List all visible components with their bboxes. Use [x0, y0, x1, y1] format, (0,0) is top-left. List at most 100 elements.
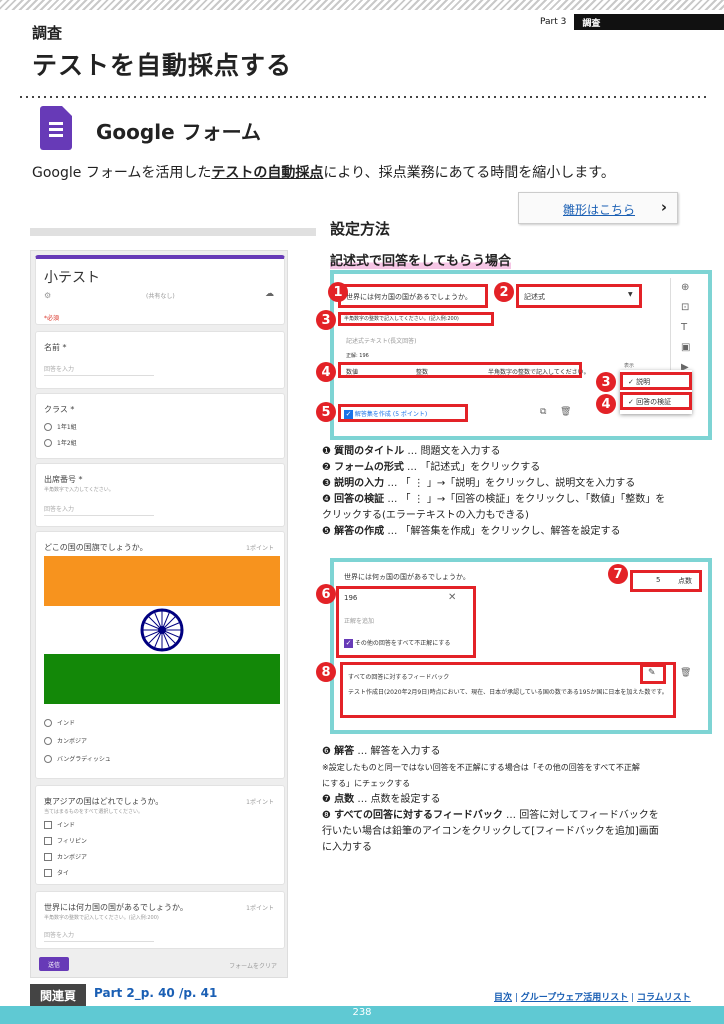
related-pages-link[interactable]: Part 2_p. 40 /p. 41 — [94, 986, 217, 1000]
name-input[interactable]: 回答を入力 — [44, 364, 154, 376]
validation-rule[interactable]: 整数 — [416, 367, 428, 376]
add-question-icon[interactable]: ⊕ — [681, 282, 689, 293]
option-label: 1年2組 — [57, 440, 77, 447]
checkbox-icon — [44, 836, 52, 845]
step-item: ❺ 解答の作成 … 「解答集を作成」をクリックし、解答を設定する — [322, 526, 621, 537]
step-badge-8: 8 — [316, 662, 336, 682]
checkbox-option[interactable]: カンボジア — [44, 852, 87, 861]
flag-question-card: どこの国の国旗でしょうか。 1ポイント インド カンボジア バングラディッシュ — [35, 531, 285, 779]
checkbox-icon — [44, 820, 52, 829]
checkbox-option[interactable]: インド — [44, 820, 75, 829]
checkbox-icon — [44, 852, 52, 861]
mark-others-checkbox[interactable]: ✓ その他の回答をすべて不正解にする — [344, 638, 450, 648]
option-label: タイ — [57, 870, 70, 877]
feedback-text: テスト作成日(2020年2月9日)時点において、現在、日本が承認している国の数で… — [348, 689, 668, 696]
groupware-list-link[interactable]: グループウェア活用リスト — [521, 993, 628, 1003]
question-points: 1ポイント — [246, 905, 274, 912]
section-heading: 設定方法 — [330, 220, 391, 238]
editor-screenshot-2: 世界には何ヵ国の国があるでしょうか。 5 点数 196 ✕ 正解を追加 ✓ その… — [316, 558, 712, 734]
east-asia-question-card: 東アジアの国はどれでしょうか。 1ポイント 当てはまるものをすべて選択してくださ… — [35, 785, 285, 885]
class-field-card: クラス * 1年1組 1年2組 — [35, 393, 285, 459]
close-icon[interactable]: ✕ — [448, 592, 456, 603]
pencil-icon[interactable]: ✎ — [648, 668, 656, 678]
intro-text: Google フォームを活用したテストの自動採点により、採点業務にあてる時間を縮… — [32, 162, 615, 182]
answer-key-label: 解答集を作成 — [354, 411, 391, 418]
option-label: バングラディッシュ — [57, 756, 111, 763]
mark-others-label: その他の回答をすべて不正解にする — [354, 640, 451, 647]
checkbox-option[interactable]: タイ — [44, 868, 69, 877]
question-label: 世界には何カ国の国があるでしょうか。 — [44, 903, 188, 912]
answer-placeholder: 記述式テキスト(長文回答) — [346, 338, 417, 345]
form-header-card: 小テスト ⚙ (共有なし) ☁ *必須 — [35, 255, 285, 325]
checkbox-icon — [44, 868, 52, 877]
question-label: 東アジアの国はどれでしょうか。 — [44, 797, 164, 806]
top-stripe — [0, 0, 724, 10]
validation-type[interactable]: 数値 — [346, 367, 358, 376]
template-link-label[interactable]: 雛形はこちら — [563, 201, 635, 218]
name-label: 名前 * — [44, 343, 67, 352]
flag-option[interactable]: カンボジア — [44, 736, 87, 745]
related-pages-tag: 関連頁 — [30, 984, 86, 1006]
question-hint: 当てはまるものをすべて選択してください。 — [44, 809, 144, 815]
question-type-select[interactable]: 記述式 — [524, 292, 545, 302]
answer-input[interactable]: 回答を入力 — [44, 930, 154, 942]
option-label: フィリピン — [57, 838, 87, 845]
radio-icon — [44, 718, 52, 727]
flag-option[interactable]: バングラディッシュ — [44, 754, 111, 763]
step-badge-2: 2 — [494, 282, 514, 302]
add-answer-link[interactable]: 正解を追加 — [344, 616, 374, 625]
category-label: 調査 — [32, 24, 63, 42]
menu-title: 表示 — [624, 363, 635, 369]
options-menu: ✓ 説明 ✓ 回答の検証 — [620, 370, 692, 414]
steps-list-2: ❻ 解答 … 解答を入力する ※設定したものと同一ではない回答を不正解にする場合… — [322, 744, 718, 856]
page-number: 238 — [352, 1007, 372, 1018]
submit-button[interactable]: 送信 — [39, 957, 69, 971]
editor-screenshot-1: 世界には何カ国の国があるでしょうか。 記述式 ▼ 半角数字の整数で記入してくださ… — [316, 270, 712, 440]
page-title: テストを自動採点する — [32, 51, 293, 80]
step-item: ❼ 点数 … 点数を設定する — [322, 794, 441, 805]
class-label: クラス * — [44, 405, 75, 414]
answer-value[interactable]: 196 — [344, 594, 357, 602]
checkbox-option[interactable]: フィリピン — [44, 836, 87, 845]
seat-number-input[interactable]: 回答を入力 — [44, 504, 154, 516]
intro-highlight: テストの自動採点 — [211, 165, 324, 181]
question-hint: 半角数字の整数で記入してください。(記入例:200) — [44, 915, 159, 921]
option-label: 1年1組 — [57, 424, 77, 431]
validation-error[interactable]: 半角数字の整数で記入してください。 — [488, 367, 590, 376]
image-icon[interactable]: ▣ — [681, 342, 690, 353]
description-text: 半角数字の整数で記入してください。(記入例:200) — [344, 316, 459, 322]
points-value[interactable]: 5 — [656, 576, 660, 584]
name-field-card: 名前 * 回答を入力 — [35, 331, 285, 389]
copy-icon[interactable]: ⧉ — [540, 407, 546, 417]
class-option[interactable]: 1年1組 — [44, 422, 77, 431]
title-icon[interactable]: T — [681, 322, 687, 333]
intro-after: により、採点業務にあてる時間を縮小します。 — [323, 165, 615, 181]
part-label: Part 3 — [532, 14, 575, 30]
toc-link[interactable]: 目次 — [494, 993, 512, 1003]
form-preview: 小テスト ⚙ (共有なし) ☁ *必須 名前 * 回答を入力 クラス * 1年1… — [30, 250, 288, 978]
checkbox-icon: ✓ — [344, 639, 353, 648]
column-list-link[interactable]: コラムリスト — [637, 993, 691, 1003]
clear-form-link[interactable]: フォームをクリア — [229, 961, 277, 970]
step-item: ❽ すべての回答に対するフィードバック … 回答に対してフィードバックを — [322, 810, 659, 821]
step-badge-4: 4 — [316, 362, 336, 382]
trash-icon[interactable]: 🗑 — [560, 407, 571, 417]
template-link-button[interactable]: 雛形はこちら › — [518, 192, 678, 224]
menu-item-validation[interactable]: ✓ 回答の検証 — [628, 397, 671, 407]
answer-key-link[interactable]: ✓ 解答集を作成 (5 ポイント) — [344, 409, 427, 419]
india-flag-image — [44, 556, 280, 704]
class-option[interactable]: 1年2組 — [44, 438, 77, 447]
step-badge-5: 5 — [316, 402, 336, 422]
section-subheading: 記述式で回答をしてもらう場合 — [330, 250, 511, 269]
menu-item-description[interactable]: ✓ 説明 — [628, 377, 650, 387]
flag-option[interactable]: インド — [44, 718, 75, 727]
answer-key-points: (5 ポイント) — [392, 411, 428, 418]
radio-icon — [44, 438, 52, 447]
points-unit: 点数 — [678, 577, 692, 585]
option-label: インド — [57, 720, 76, 727]
question-title: 世界には何カ国の国があるでしょうか。 — [346, 293, 472, 301]
trash-icon[interactable]: 🗑 — [680, 668, 691, 678]
step-item: ❸ 説明の入力 … 「 ⋮ 」→「説明」をクリックし、説明文を入力する — [322, 478, 636, 489]
import-icon[interactable]: ⊡ — [681, 302, 689, 313]
chevron-right-icon: › — [660, 198, 667, 216]
